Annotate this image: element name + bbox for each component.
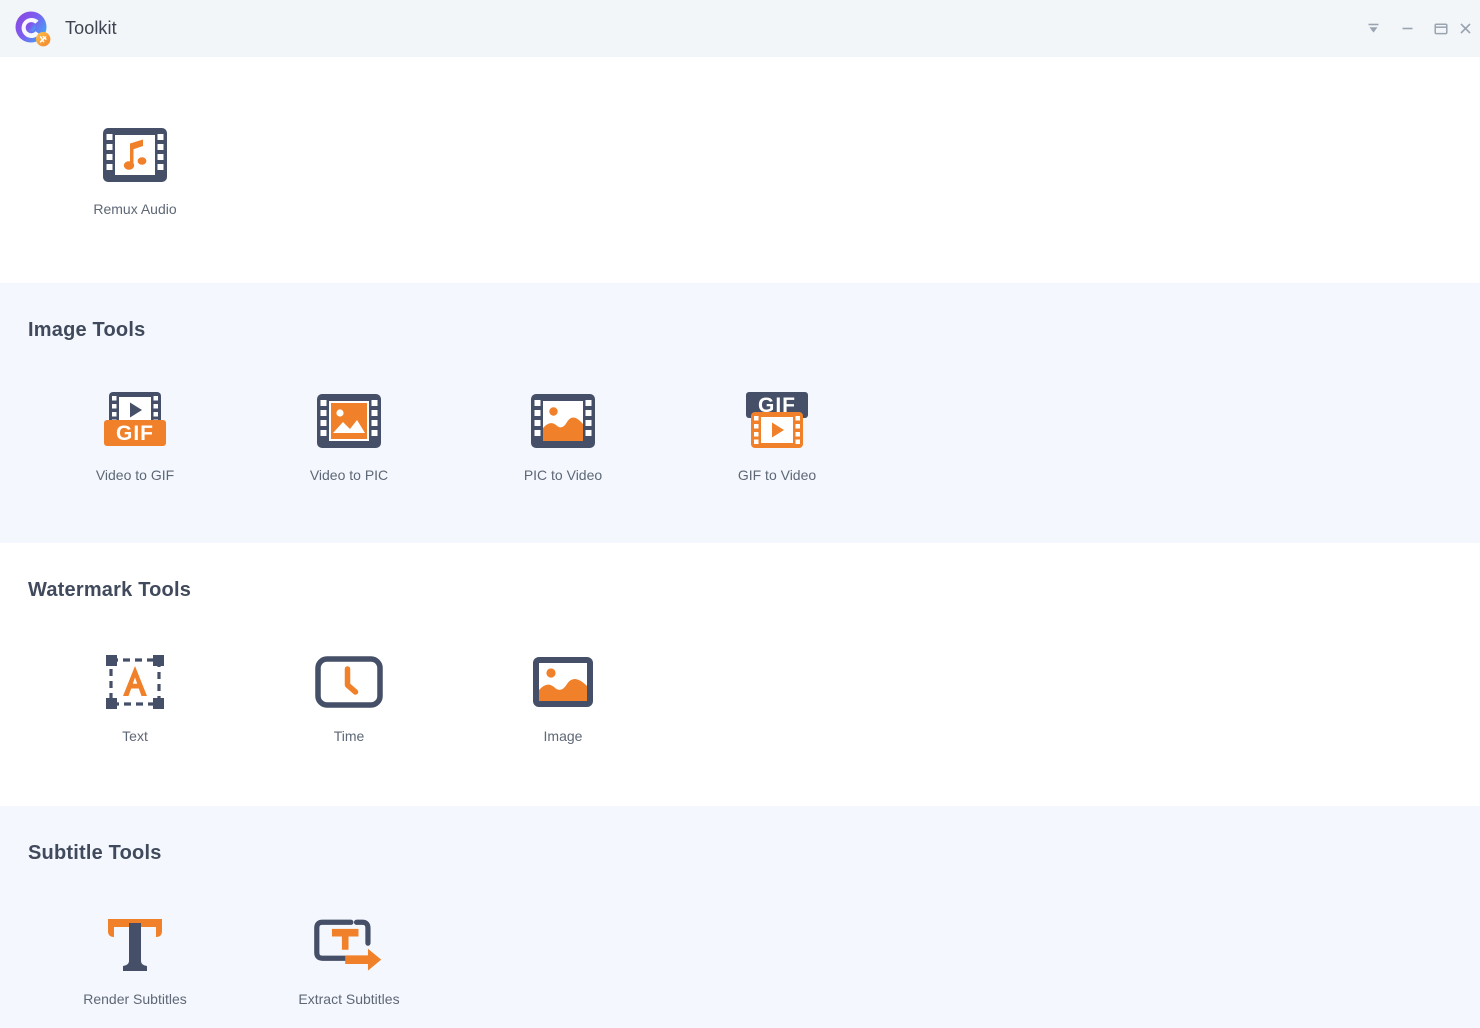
- clock-frame-icon: [313, 650, 385, 714]
- tool-label: Video to GIF: [95, 467, 175, 483]
- section-heading: Watermark Tools: [28, 579, 192, 601]
- minimize-button[interactable]: [1390, 10, 1424, 48]
- text-selection-a-icon: [99, 650, 171, 714]
- tool-grid-image: GIF Video to GIF Video to PIC PIC to Vid…: [0, 342, 1480, 483]
- tool-grid-watermark: Text Time Image: [0, 602, 1480, 744]
- film-music-note-icon: [99, 123, 171, 187]
- section-top: Remux Audio: [0, 57, 1480, 283]
- gif-film-play-icon: GIF: [741, 389, 813, 453]
- tool-watermark-image[interactable]: Image: [456, 650, 670, 744]
- section-image-tools: Image Tools GIF Video to GIF Video to PI…: [0, 283, 1480, 543]
- collapse-button[interactable]: [1356, 10, 1390, 48]
- tool-label: Render Subtitles: [83, 991, 187, 1007]
- tool-render-subtitles[interactable]: Render Subtitles: [28, 913, 242, 1007]
- app-title: Toolkit: [65, 18, 117, 38]
- tool-grid-top: Remux Audio: [0, 57, 1480, 217]
- toolkit-logo-icon: [14, 10, 52, 48]
- close-icon: [1460, 23, 1471, 34]
- tool-label: Text: [122, 728, 148, 744]
- maximize-button[interactable]: [1424, 10, 1458, 48]
- window-controls: [1356, 0, 1480, 57]
- section-heading: Subtitle Tools: [28, 842, 162, 864]
- tool-watermark-text[interactable]: Text: [28, 650, 242, 744]
- tool-pic-to-video[interactable]: PIC to Video: [456, 389, 670, 483]
- film-picture-icon: [313, 389, 385, 453]
- film-play-gif-icon: GIF: [99, 389, 171, 453]
- tool-label: Extract Subtitles: [298, 991, 400, 1007]
- tool-grid-subtitle: Render Subtitles Extract Subtitles: [0, 865, 1480, 1007]
- tool-label: Time: [333, 728, 365, 744]
- tool-label: Video to PIC: [309, 467, 389, 483]
- arrow-down-bar-icon: [1368, 23, 1378, 33]
- tool-video-to-pic[interactable]: Video to PIC: [242, 389, 456, 483]
- svg-text:GIF: GIF: [116, 422, 154, 445]
- tool-extract-subtitles[interactable]: Extract Subtitles: [242, 913, 456, 1007]
- tool-gif-to-video[interactable]: GIF GIF to Video: [670, 389, 884, 483]
- tool-label: PIC to Video: [523, 467, 603, 483]
- t-box-arrow-icon: [313, 913, 385, 977]
- section-subtitle-tools: Subtitle Tools Render Subtitles Extract …: [0, 806, 1480, 1028]
- tool-label: Image: [543, 728, 583, 744]
- tool-remux-audio[interactable]: Remux Audio: [28, 123, 242, 217]
- film-landscape-icon: [527, 389, 599, 453]
- title-bar: Toolkit: [0, 0, 1480, 57]
- image-frame-icon: [527, 650, 599, 714]
- maximize-icon: [1434, 22, 1448, 34]
- minimize-icon: [1402, 27, 1412, 30]
- section-heading: Image Tools: [28, 319, 146, 341]
- section-watermark-tools: Watermark Tools Text Time Image: [0, 543, 1480, 806]
- tool-watermark-time[interactable]: Time: [242, 650, 456, 744]
- tool-label: Remux Audio: [93, 201, 177, 217]
- close-button[interactable]: [1458, 10, 1480, 48]
- tool-label: GIF to Video: [737, 467, 817, 483]
- tool-video-to-gif[interactable]: GIF Video to GIF: [28, 389, 242, 483]
- app-brand: Toolkit: [14, 10, 117, 48]
- serif-t-icon: [99, 913, 171, 977]
